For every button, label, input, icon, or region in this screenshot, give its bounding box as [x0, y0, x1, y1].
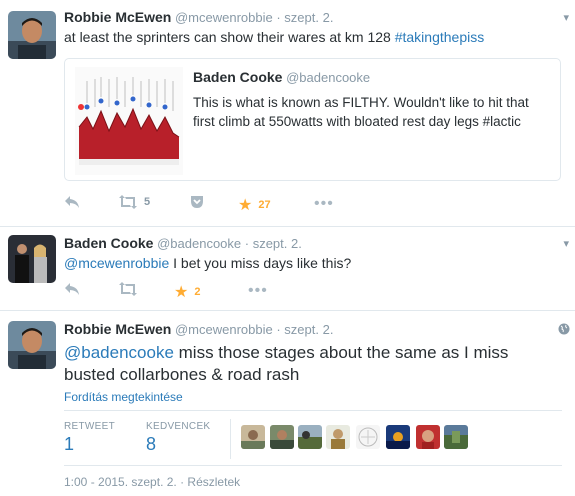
retweet-icon — [119, 195, 137, 209]
star-icon: ★ — [174, 284, 189, 301]
divider — [64, 465, 562, 466]
favoriter-avatar[interactable] — [356, 425, 380, 449]
more-button[interactable]: ••• — [314, 195, 334, 213]
timestamp-text[interactable]: 1:00 - 2015. szept. 2. — [64, 475, 177, 489]
favorite-count: 27 — [258, 199, 271, 211]
retweet-button[interactable]: 5 — [118, 195, 150, 209]
reply-button[interactable] — [64, 282, 80, 296]
avatar[interactable] — [8, 321, 56, 369]
quoted-tweet[interactable]: Baden Cooke @badencooke This is what is … — [64, 58, 561, 181]
author-name[interactable]: Robbie McEwen — [64, 9, 171, 25]
quoted-author-handle[interactable]: @badencooke — [286, 70, 370, 85]
tweet-actions: ★ 2 ••• — [64, 282, 364, 301]
more-icon: ••• — [314, 195, 334, 212]
tweet-time[interactable]: · szept. 2. — [276, 10, 333, 25]
reply-button[interactable] — [64, 195, 80, 209]
pocket-button[interactable] — [190, 195, 204, 209]
hashtag-link[interactable]: #takingthepiss — [395, 29, 485, 45]
author-name[interactable]: Robbie McEwen — [64, 321, 171, 337]
more-icon: ••• — [248, 282, 268, 299]
favorite-count: 2 — [194, 286, 201, 298]
tweet-timestamp: 1:00 - 2015. szept. 2. · Részletek — [64, 475, 240, 489]
translate-link[interactable]: Fordítás megtekintése — [64, 390, 183, 404]
favoriter-avatar[interactable] — [298, 425, 322, 449]
author-name[interactable]: Baden Cooke — [64, 235, 153, 251]
favorite-button[interactable]: ★ 27 — [238, 195, 271, 215]
chevron-down-icon[interactable]: ▾ — [563, 237, 569, 250]
reply-icon — [65, 196, 79, 208]
quoted-tweet-text: This is what is known as FILTHY. Wouldn'… — [193, 95, 529, 129]
more-button[interactable]: ••• — [248, 282, 268, 300]
tweet-text-body: I bet you miss days like this? — [169, 255, 352, 271]
tweet-text-body: at least the sprinters can show their wa… — [64, 29, 395, 45]
pocket-icon — [191, 196, 203, 208]
author-handle[interactable]: @mcewenrobbie — [175, 322, 273, 337]
author-handle[interactable]: @badencooke — [157, 236, 241, 251]
favoriter-avatar[interactable] — [416, 425, 440, 449]
retweet-icon — [119, 282, 137, 296]
tweet-robbie-expanded[interactable]: Robbie McEwen @mcewenrobbie · szept. 2. … — [0, 311, 575, 496]
tweet-text: @mcewenrobbie I bet you miss days like t… — [64, 255, 351, 271]
favoriter-avatar[interactable] — [444, 425, 468, 449]
author-handle[interactable]: @mcewenrobbie — [175, 10, 273, 25]
retweet-count: 5 — [144, 196, 151, 208]
star-icon: ★ — [238, 197, 253, 214]
tweet-actions: 5 ★ 27 ••• — [64, 195, 364, 214]
tweet-baden[interactable]: Baden Cooke @badencooke · szept. 2. ▾ @m… — [0, 227, 575, 311]
favorite-button[interactable]: ★ 2 — [174, 282, 200, 302]
tweet-robbie-1[interactable]: Robbie McEwen @mcewenrobbie · szept. 2. … — [0, 0, 575, 228]
tweet-time[interactable]: · szept. 2. — [245, 236, 302, 251]
tweet-text: at least the sprinters can show their wa… — [64, 29, 484, 45]
mention-link[interactable]: @badencooke — [64, 343, 174, 362]
reply-icon — [65, 283, 79, 295]
favorites-stat-label: KEDVENCEK — [146, 421, 211, 432]
tweet-text: @badencooke miss those stages about the … — [64, 342, 554, 386]
favoriter-avatar[interactable] — [241, 425, 265, 449]
avatar[interactable] — [8, 235, 56, 283]
tweet-time[interactable]: · szept. 2. — [276, 322, 333, 337]
details-link[interactable]: · Részletek — [180, 475, 240, 489]
divider — [64, 410, 562, 411]
globe-icon[interactable] — [558, 322, 570, 338]
retweet-button[interactable] — [118, 282, 138, 296]
divider — [230, 419, 231, 459]
favoriter-avatar[interactable] — [386, 425, 410, 449]
chevron-down-icon[interactable]: ▾ — [563, 11, 569, 24]
quoted-author-name[interactable]: Baden Cooke — [193, 69, 282, 85]
avatar[interactable] — [8, 11, 56, 59]
favoriter-avatar[interactable] — [270, 425, 294, 449]
favoriter-avatar[interactable] — [326, 425, 350, 449]
retweet-stat-count[interactable]: 1 — [64, 434, 74, 455]
mention-link[interactable]: @mcewenrobbie — [64, 255, 169, 271]
retweet-stat-label: RETWEET — [64, 421, 115, 432]
favorites-stat-count[interactable]: 8 — [146, 434, 156, 455]
quoted-tweet-image[interactable] — [75, 67, 183, 175]
